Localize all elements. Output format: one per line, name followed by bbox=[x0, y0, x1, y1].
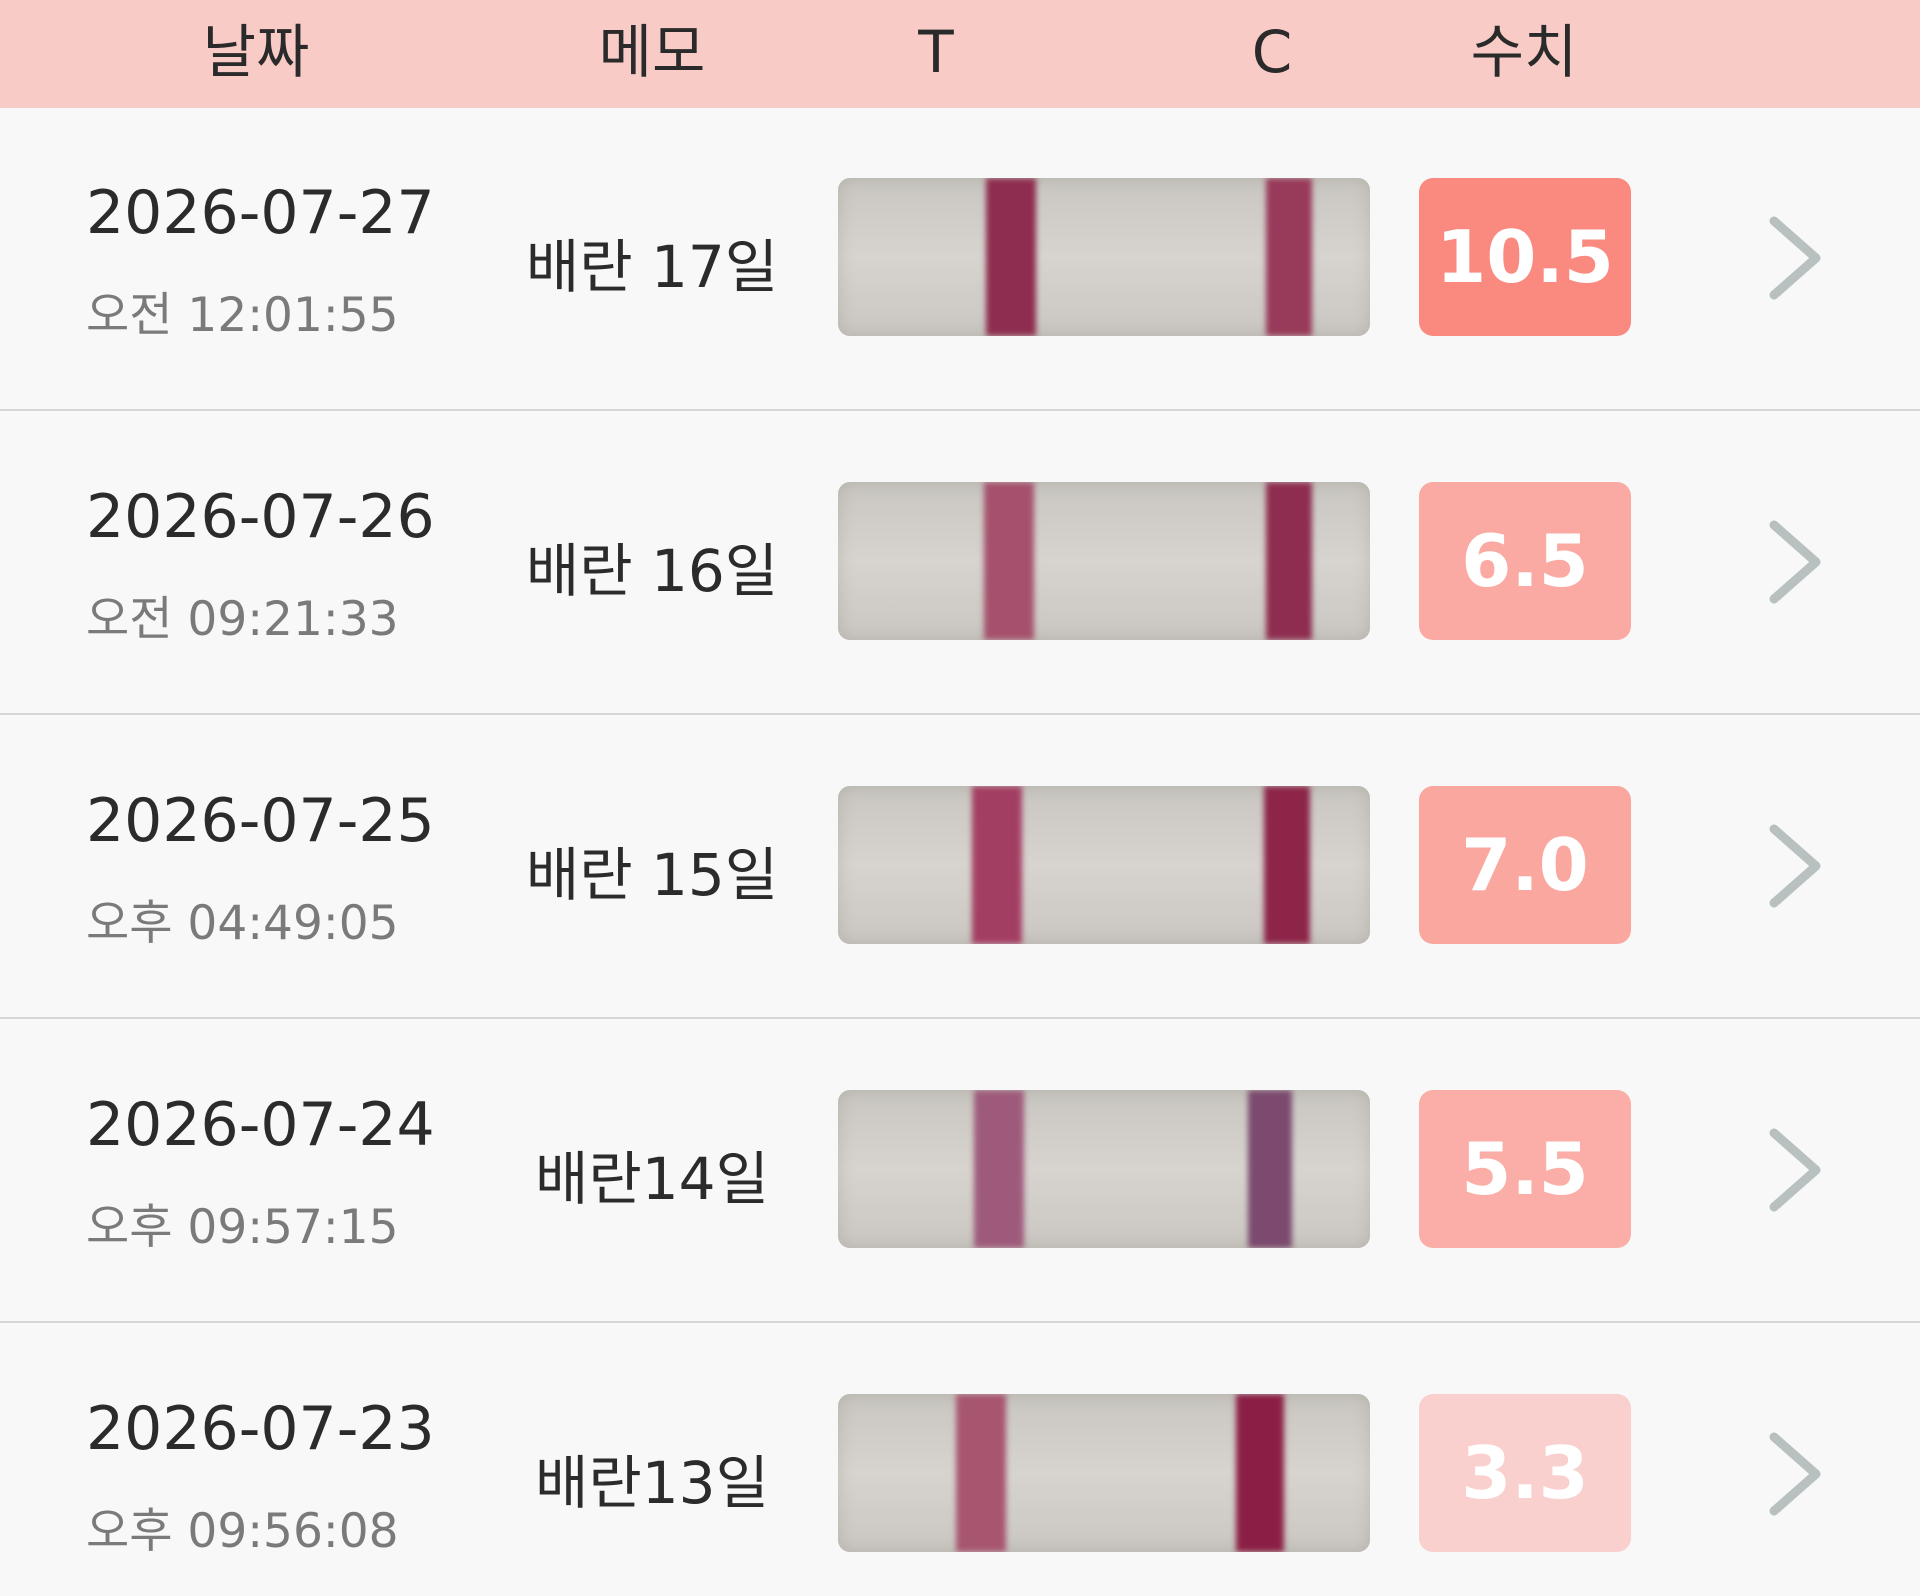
t-line bbox=[956, 1394, 1006, 1552]
row-divider bbox=[0, 1321, 1920, 1323]
header-c-line: C bbox=[1251, 18, 1293, 86]
header-memo: 메모 bbox=[598, 18, 706, 86]
t-line bbox=[974, 1090, 1024, 1248]
row-date: 2026-07-23 bbox=[86, 1394, 435, 1464]
history-row[interactable]: 2026-07-25 오후 04:49:05 배란 15일 7.0 bbox=[0, 716, 1920, 1020]
row-time: 오후 04:49:05 bbox=[86, 896, 399, 951]
t-line bbox=[984, 482, 1034, 640]
history-row[interactable]: 2026-07-23 오후 09:56:08 배란13일 3.3 bbox=[0, 1324, 1920, 1596]
history-row[interactable]: 2026-07-24 오후 09:57:15 배란14일 5.5 bbox=[0, 1020, 1920, 1324]
row-time: 오후 09:56:08 bbox=[86, 1504, 399, 1559]
test-strip-image bbox=[838, 482, 1370, 640]
c-line bbox=[1266, 178, 1312, 336]
row-date: 2026-07-27 bbox=[86, 178, 435, 248]
row-memo: 배란13일 bbox=[535, 1449, 769, 1517]
c-line bbox=[1248, 1090, 1292, 1248]
history-row[interactable]: 2026-07-26 오전 09:21:33 배란 16일 6.5 bbox=[0, 412, 1920, 716]
history-row[interactable]: 2026-07-27 오전 12:01:55 배란 17일 10.5 bbox=[0, 108, 1920, 412]
row-time: 오전 09:21:33 bbox=[86, 592, 399, 647]
row-date: 2026-07-26 bbox=[86, 482, 435, 552]
value-badge: 10.5 bbox=[1419, 178, 1631, 336]
header-t-line: T bbox=[918, 18, 954, 86]
t-line bbox=[972, 786, 1022, 944]
chevron-right-icon[interactable] bbox=[1760, 1125, 1830, 1215]
chevron-right-icon[interactable] bbox=[1760, 517, 1830, 607]
test-strip-image bbox=[838, 1090, 1370, 1248]
header-date: 날짜 bbox=[202, 18, 310, 86]
row-time: 오후 09:57:15 bbox=[86, 1200, 399, 1255]
value-badge: 6.5 bbox=[1419, 482, 1631, 640]
test-strip-image bbox=[838, 178, 1370, 336]
row-time: 오전 12:01:55 bbox=[86, 288, 399, 343]
row-memo: 배란 15일 bbox=[525, 841, 779, 909]
chevron-right-icon[interactable] bbox=[1760, 1429, 1830, 1519]
row-memo: 배란 16일 bbox=[525, 537, 779, 605]
value-badge: 3.3 bbox=[1419, 1394, 1631, 1552]
row-memo: 배란14일 bbox=[535, 1145, 769, 1213]
t-line bbox=[986, 178, 1036, 336]
table-header: 날짜 메모 T C 수치 bbox=[0, 0, 1920, 108]
chevron-right-icon[interactable] bbox=[1760, 213, 1830, 303]
test-strip-image bbox=[838, 1394, 1370, 1552]
value-badge: 5.5 bbox=[1419, 1090, 1631, 1248]
row-date: 2026-07-25 bbox=[86, 786, 435, 856]
c-line bbox=[1266, 482, 1312, 640]
test-strip-image bbox=[838, 786, 1370, 944]
c-line bbox=[1236, 1394, 1284, 1552]
row-date: 2026-07-24 bbox=[86, 1090, 435, 1160]
value-badge: 7.0 bbox=[1419, 786, 1631, 944]
row-divider bbox=[0, 1017, 1920, 1019]
c-line bbox=[1264, 786, 1310, 944]
lh-test-history-screen: 날짜 메모 T C 수치 2026-07-27 오전 12:01:55 배란 1… bbox=[0, 0, 1920, 1596]
row-memo: 배란 17일 bbox=[525, 233, 779, 301]
row-divider bbox=[0, 713, 1920, 715]
row-divider bbox=[0, 409, 1920, 411]
chevron-right-icon[interactable] bbox=[1760, 821, 1830, 911]
header-value: 수치 bbox=[1470, 18, 1578, 86]
